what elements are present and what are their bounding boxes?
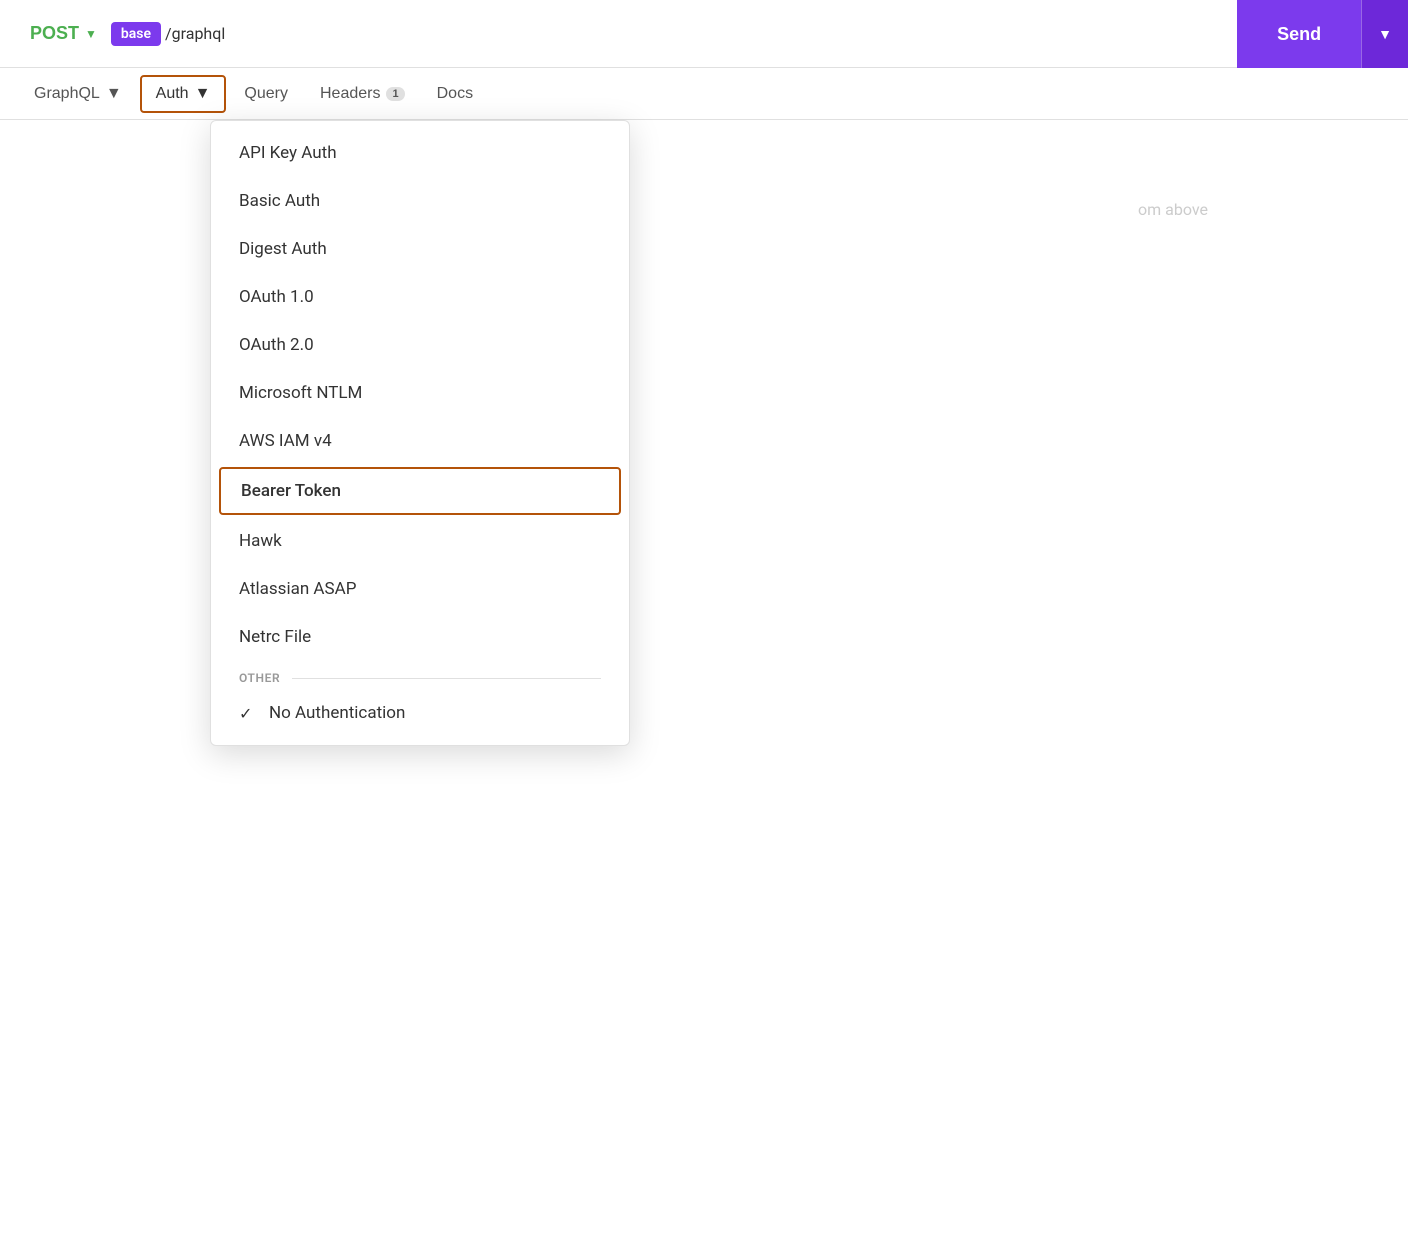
top-bar: POST ▼ base /graphql Send ▼ [0, 0, 1408, 68]
dropdown-item-api-key-auth[interactable]: API Key Auth [211, 129, 629, 177]
send-chevron-button[interactable]: ▼ [1361, 0, 1408, 68]
tab-docs[interactable]: Docs [423, 77, 487, 111]
url-path: /graphql [165, 24, 225, 43]
send-button-group: Send ▼ [1237, 0, 1408, 67]
dropdown-item-hawk[interactable]: Hawk [211, 517, 629, 565]
dropdown-item-aws-iam-v4[interactable]: AWS IAM v4 [211, 417, 629, 465]
hawk-label: Hawk [239, 531, 282, 551]
api-key-auth-label: API Key Auth [239, 143, 337, 163]
tab-auth-label: Auth [156, 85, 189, 103]
method-dropdown[interactable]: POST ▼ [20, 17, 107, 50]
graphql-hint: om above [1138, 200, 1208, 219]
dropdown-item-netrc-file[interactable]: Netrc File [211, 613, 629, 661]
method-chevron-icon: ▼ [85, 27, 97, 41]
method-label: POST [30, 23, 79, 44]
tab-bar: GraphQL ▼ Auth ▼ Query Headers 1 Docs [0, 68, 1408, 120]
tab-graphql-chevron-icon: ▼ [106, 85, 122, 103]
send-button[interactable]: Send [1237, 0, 1361, 68]
auth-dropdown: API Key Auth Basic Auth Digest Auth OAut… [210, 120, 630, 746]
tab-headers[interactable]: Headers 1 [306, 77, 419, 111]
dropdown-item-microsoft-ntlm[interactable]: Microsoft NTLM [211, 369, 629, 417]
oauth-20-label: OAuth 2.0 [239, 335, 314, 355]
tab-headers-badge: 1 [386, 87, 404, 101]
tab-query[interactable]: Query [230, 77, 302, 111]
microsoft-ntlm-label: Microsoft NTLM [239, 383, 362, 403]
dropdown-item-oauth-10[interactable]: OAuth 1.0 [211, 273, 629, 321]
tab-query-label: Query [244, 85, 288, 103]
oauth-10-label: OAuth 1.0 [239, 287, 314, 307]
tab-graphql[interactable]: GraphQL ▼ [20, 77, 136, 111]
base-badge[interactable]: base [111, 22, 161, 46]
tab-auth[interactable]: Auth ▼ [140, 75, 227, 113]
basic-auth-label: Basic Auth [239, 191, 320, 211]
tab-docs-label: Docs [437, 85, 473, 103]
netrc-file-label: Netrc File [239, 627, 311, 647]
tab-headers-label: Headers [320, 85, 380, 103]
other-section-label: OTHER [239, 671, 280, 685]
no-authentication-label: No Authentication [269, 703, 405, 723]
dropdown-item-atlassian-asap[interactable]: Atlassian ASAP [211, 565, 629, 613]
dropdown-item-bearer-token[interactable]: Bearer Token [219, 467, 621, 515]
other-section: OTHER [211, 661, 629, 689]
section-divider [292, 678, 601, 679]
tab-graphql-label: GraphQL [34, 85, 100, 103]
dropdown-item-basic-auth[interactable]: Basic Auth [211, 177, 629, 225]
digest-auth-label: Digest Auth [239, 239, 327, 259]
dropdown-item-oauth-20[interactable]: OAuth 2.0 [211, 321, 629, 369]
check-icon: ✓ [239, 704, 259, 723]
bearer-token-label: Bearer Token [241, 481, 341, 501]
tab-auth-chevron-icon: ▼ [195, 85, 211, 103]
dropdown-item-no-authentication[interactable]: ✓ No Authentication [211, 689, 629, 737]
aws-iam-v4-label: AWS IAM v4 [239, 431, 332, 451]
dropdown-item-digest-auth[interactable]: Digest Auth [211, 225, 629, 273]
atlassian-asap-label: Atlassian ASAP [239, 579, 356, 599]
